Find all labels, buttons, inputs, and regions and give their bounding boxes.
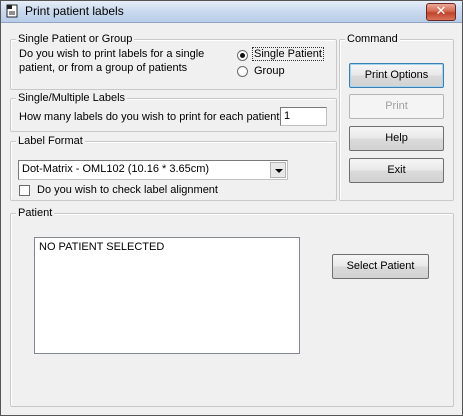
help-label: Help (385, 132, 408, 144)
group-radio-label[interactable]: Group (254, 64, 285, 78)
labels-count-question: How many labels do you wish to print for… (19, 111, 283, 123)
print-label: Print (385, 100, 408, 112)
print-options-label: Print Options (364, 69, 429, 81)
patient-source-question-line2: patient, or from a group of patients (19, 62, 188, 74)
labels-count-value: 1 (284, 110, 291, 122)
patient-source-question-line1: Do you wish to print labels for a single (19, 48, 205, 60)
label-format-selected: Dot-Matrix - OML102 (10.16 * 3.65cm) (22, 163, 210, 175)
help-button[interactable]: Help (349, 126, 444, 151)
check-alignment-checkbox[interactable] (19, 185, 30, 196)
exit-button[interactable]: Exit (349, 158, 444, 183)
select-patient-label: Select Patient (346, 260, 415, 272)
command-legend: Command (345, 33, 400, 45)
chevron-down-icon[interactable] (270, 162, 286, 178)
single-patient-radio-label[interactable]: Single Patient (252, 47, 324, 61)
title-bar: Print patient labels ✕ (1, 1, 462, 23)
labels-count-input[interactable]: 1 (280, 107, 327, 126)
window-title: Print patient labels (25, 4, 124, 18)
print-labels-window: Print patient labels ✕ Single Patient or… (0, 0, 463, 416)
patient-list[interactable]: NO PATIENT SELECTED (34, 237, 300, 354)
select-patient-button[interactable]: Select Patient (332, 254, 429, 279)
group-radio[interactable] (237, 66, 248, 77)
label-format-legend: Label Format (16, 135, 85, 147)
label-format-select[interactable]: Dot-Matrix - OML102 (10.16 * 3.65cm) (18, 160, 288, 180)
patient-list-item: NO PATIENT SELECTED (39, 241, 165, 253)
close-icon: ✕ (435, 4, 447, 19)
check-alignment-label[interactable]: Do you wish to check label alignment (37, 183, 218, 197)
labels-count-legend: Single/Multiple Labels (16, 92, 128, 104)
patient-legend: Patient (16, 207, 55, 219)
print-options-button[interactable]: Print Options (349, 63, 444, 88)
patient-source-legend: Single Patient or Group (16, 33, 135, 45)
close-button[interactable]: ✕ (426, 3, 456, 21)
exit-label: Exit (387, 164, 406, 176)
print-button[interactable]: Print (349, 94, 444, 119)
single-patient-radio[interactable] (237, 50, 248, 61)
printer-label-icon (6, 4, 18, 18)
